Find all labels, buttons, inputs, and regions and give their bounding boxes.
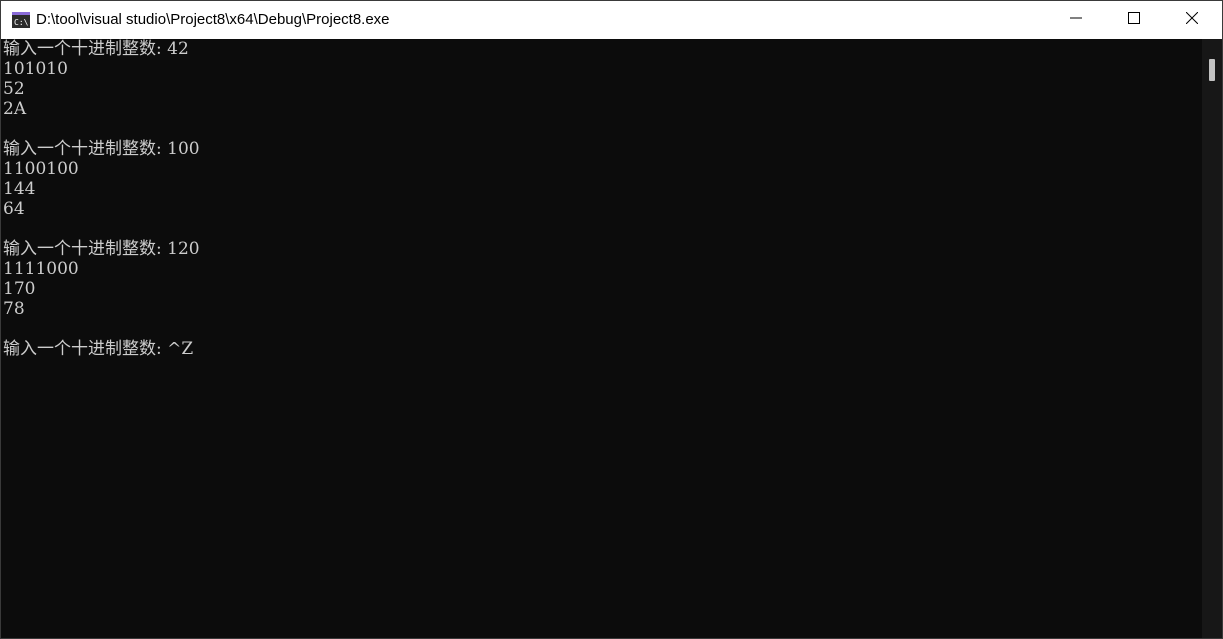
console-line: 输入一个十进制整数: ^Z: [3, 339, 194, 359]
console-line: 输入一个十进制整数: 42: [3, 39, 189, 59]
console-line: 170: [3, 279, 36, 299]
close-button[interactable]: [1163, 1, 1221, 39]
console-output[interactable]: 输入一个十进制整数: 42 101010 52 2A 输入一个十进制整数: 10…: [1, 39, 1201, 638]
console-app-icon: C:\: [12, 12, 30, 28]
minimize-icon: [1070, 11, 1082, 29]
console-line: 64: [3, 199, 25, 219]
console-line: 144: [3, 179, 36, 199]
vertical-scrollbar[interactable]: [1202, 39, 1222, 638]
console-line: 2A: [3, 99, 27, 119]
maximize-icon: [1128, 11, 1140, 29]
maximize-button[interactable]: [1105, 1, 1163, 39]
console-window: C:\ D:\tool\visual studio\Project8\x64\D…: [0, 0, 1223, 639]
console-line: 输入一个十进制整数: 100: [3, 139, 200, 159]
console-line: 78: [3, 299, 25, 319]
console-line: 1100100: [3, 159, 79, 179]
scroll-thumb[interactable]: [1209, 59, 1215, 81]
title-bar[interactable]: C:\ D:\tool\visual studio\Project8\x64\D…: [1, 1, 1222, 39]
minimize-button[interactable]: [1047, 1, 1105, 39]
console-line: 输入一个十进制整数: 120: [3, 239, 200, 259]
close-icon: [1185, 11, 1199, 29]
console-line: 1111000: [3, 259, 79, 279]
svg-text:C:\: C:\: [14, 18, 29, 27]
console-line: 52: [3, 79, 25, 99]
console-line: 101010: [3, 59, 68, 79]
window-title: D:\tool\visual studio\Project8\x64\Debug…: [36, 11, 390, 28]
